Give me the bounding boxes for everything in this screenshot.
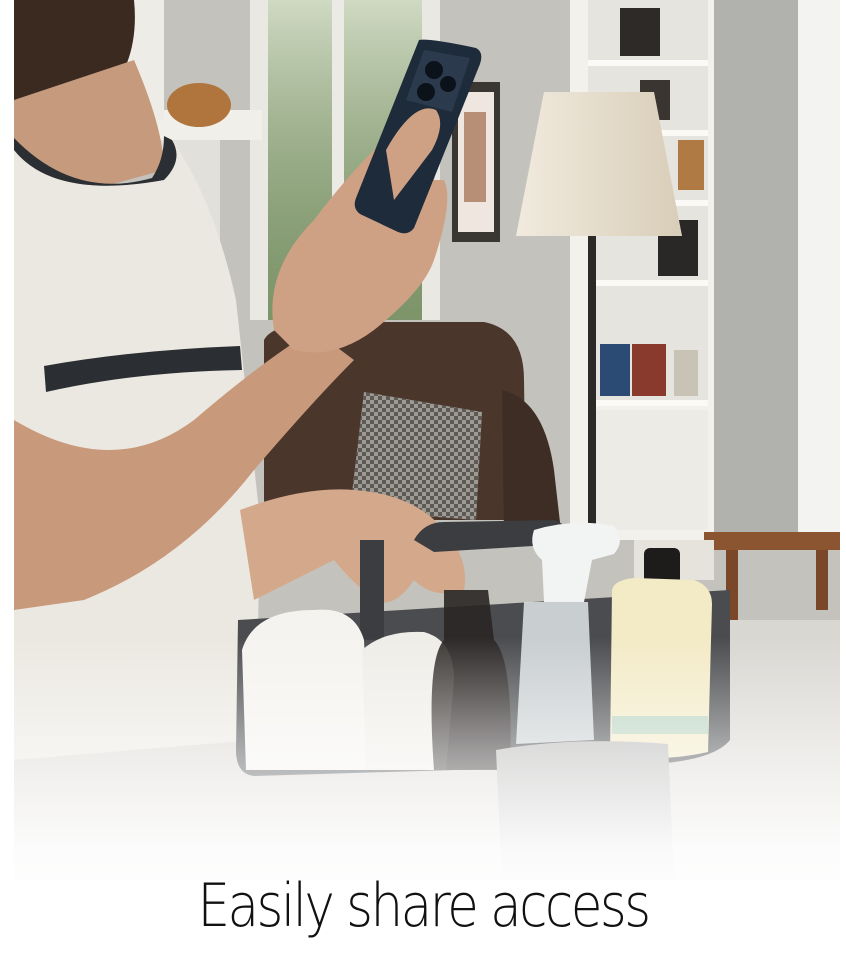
promo-image: Easily share access [0, 0, 846, 966]
promo-caption: Easily share access [197, 871, 651, 941]
lifestyle-photo [14, 0, 840, 880]
